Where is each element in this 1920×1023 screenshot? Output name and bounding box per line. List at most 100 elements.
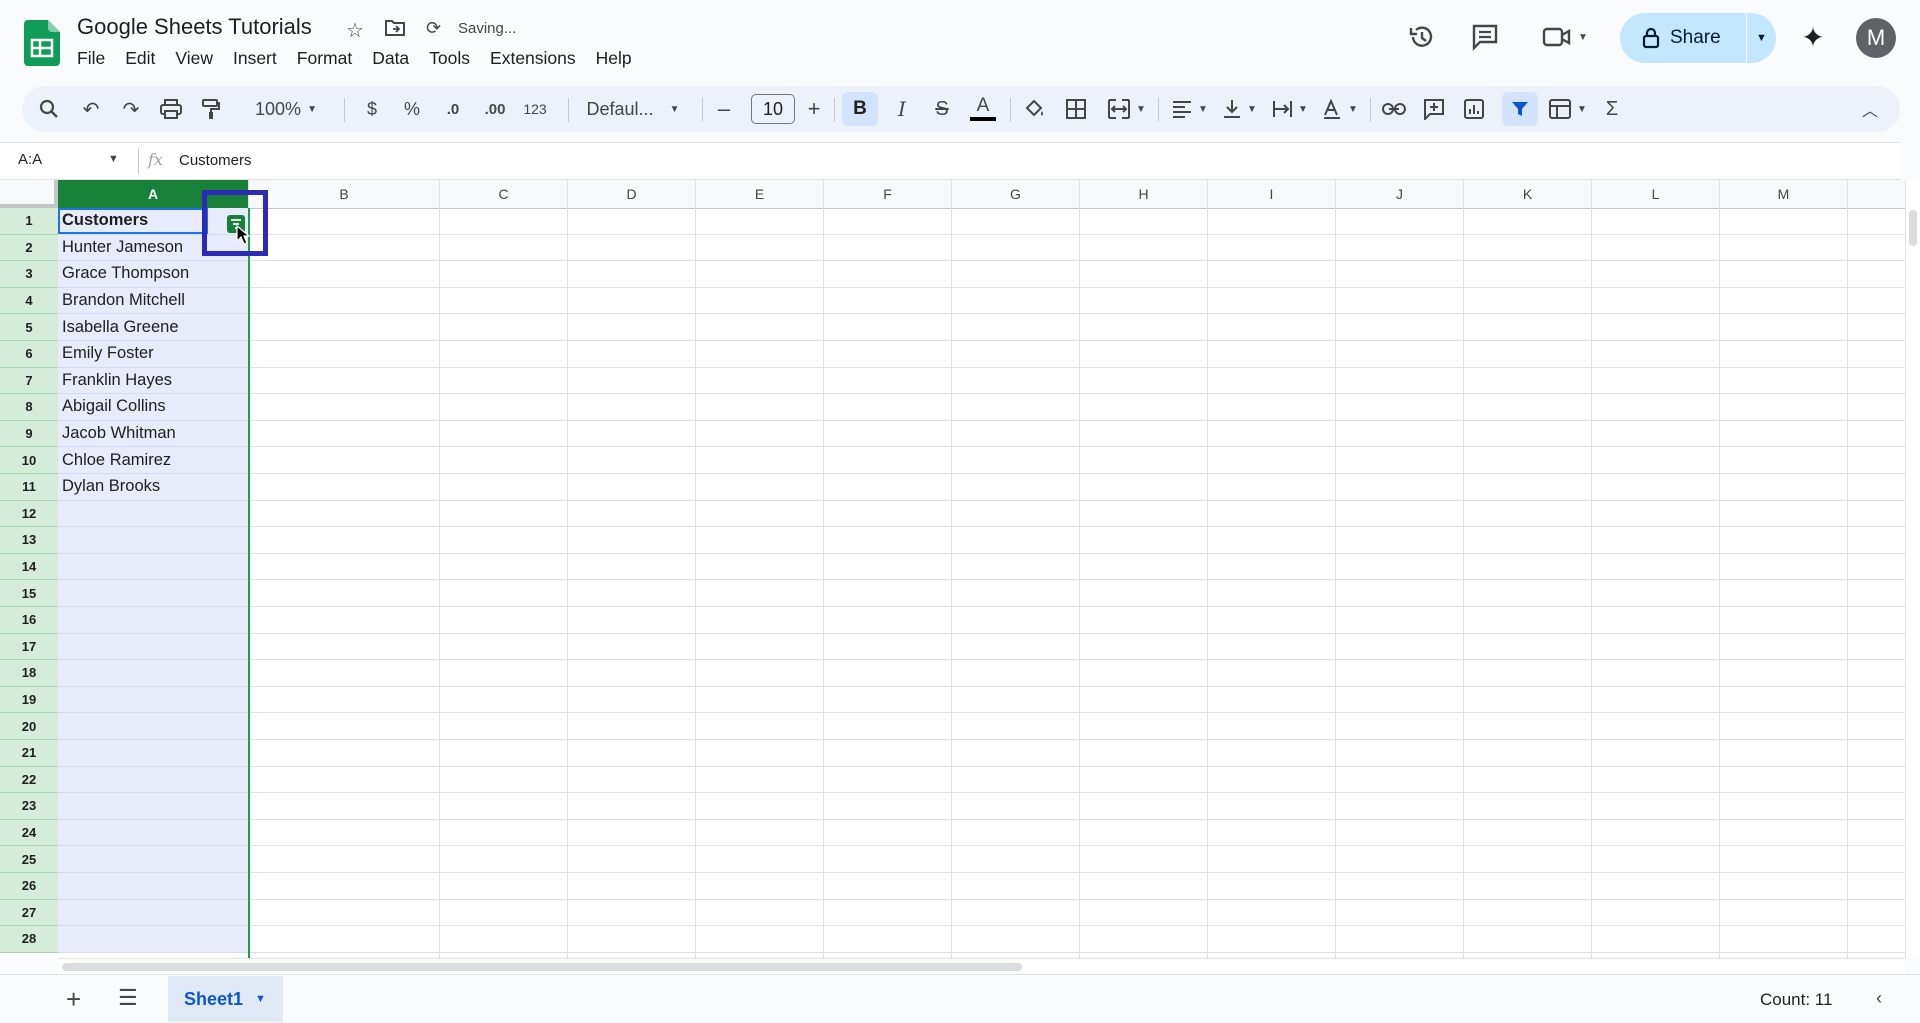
cell-a[interactable]: [58, 527, 249, 554]
cell-a[interactable]: [58, 553, 249, 581]
row-header[interactable]: 14: [0, 553, 58, 581]
row-header[interactable]: 24: [0, 819, 58, 847]
undo-icon[interactable]: ↶: [78, 86, 104, 132]
sheets-logo-icon[interactable]: [24, 20, 60, 66]
cell-a[interactable]: Grace Thompson: [58, 261, 249, 288]
column-header-d[interactable]: D: [568, 180, 696, 208]
menu-extensions[interactable]: Extensions: [480, 46, 586, 70]
zoom-select[interactable]: 100% ▼: [248, 86, 324, 132]
cell-a[interactable]: [58, 793, 249, 820]
row-cells[interactable]: [249, 740, 1905, 767]
horizontal-align-icon[interactable]: ▼: [1168, 86, 1212, 132]
column-header-l[interactable]: L: [1592, 180, 1720, 208]
row-header[interactable]: 25: [0, 846, 58, 873]
menu-data[interactable]: Data: [362, 46, 419, 70]
increase-font-size-button[interactable]: +: [802, 86, 826, 132]
row-header[interactable]: 18: [0, 660, 58, 687]
gemini-sparkle-icon[interactable]: ✦: [1796, 20, 1830, 54]
text-color-button[interactable]: A: [968, 86, 998, 132]
cell-a[interactable]: Dylan Brooks: [58, 474, 249, 501]
row-header[interactable]: 2: [0, 234, 58, 262]
column-header-m[interactable]: M: [1720, 180, 1848, 208]
row-header[interactable]: 9: [0, 420, 58, 448]
row-header[interactable]: 5: [0, 314, 58, 341]
vertical-scroll-thumb[interactable]: [1909, 210, 1917, 246]
cell-a[interactable]: Abigail Collins: [58, 394, 249, 421]
row-cells[interactable]: [249, 634, 1905, 661]
decrease-decimal-button[interactable]: .0: [438, 86, 468, 132]
search-icon[interactable]: [36, 86, 62, 132]
collapse-menus-icon[interactable]: ︿: [1856, 86, 1884, 132]
row-cells[interactable]: [249, 580, 1905, 607]
menu-insert[interactable]: Insert: [223, 46, 287, 70]
percent-format-button[interactable]: %: [400, 86, 424, 132]
redo-icon[interactable]: ↷: [118, 86, 144, 132]
row-header[interactable]: 11: [0, 474, 58, 501]
row-header[interactable]: 23: [0, 793, 58, 820]
menu-format[interactable]: Format: [287, 46, 362, 70]
row-cells[interactable]: [249, 368, 1905, 395]
select-all-corner[interactable]: [0, 180, 58, 208]
row-header[interactable]: 4: [0, 287, 58, 315]
row-header[interactable]: 8: [0, 394, 58, 421]
cell-a[interactable]: [58, 846, 249, 873]
column-header-f[interactable]: F: [824, 180, 952, 208]
decrease-font-size-button[interactable]: –: [712, 86, 736, 132]
all-sheets-menu-icon[interactable]: ☰: [118, 985, 138, 1011]
increase-decimal-button[interactable]: .00: [478, 86, 512, 132]
row-header[interactable]: 16: [0, 607, 58, 634]
star-icon[interactable]: ☆: [346, 18, 364, 43]
cell-a[interactable]: Emily Foster: [58, 341, 249, 368]
column-header-k[interactable]: K: [1464, 180, 1592, 208]
menu-file[interactable]: File: [77, 46, 115, 70]
insert-comment-icon[interactable]: [1420, 86, 1448, 132]
cell-a[interactable]: Jacob Whitman: [58, 420, 249, 448]
row-header[interactable]: 20: [0, 713, 58, 740]
row-header[interactable]: 1: [0, 208, 58, 235]
row-cells[interactable]: [249, 314, 1905, 341]
vertical-scrollbar[interactable]: [1905, 180, 1920, 958]
cell-a[interactable]: Brandon Mitchell: [58, 287, 249, 315]
strikethrough-button[interactable]: S: [928, 86, 956, 132]
filter-views-icon[interactable]: ▼: [1546, 86, 1590, 132]
cell-a[interactable]: [58, 766, 249, 794]
row-cells[interactable]: [249, 687, 1905, 714]
meet-icon[interactable]: ▼: [1537, 20, 1593, 54]
menu-view[interactable]: View: [165, 46, 223, 70]
row-cells[interactable]: [249, 421, 1905, 448]
column-header-e[interactable]: E: [696, 180, 824, 208]
row-cells[interactable]: [249, 820, 1905, 847]
row-cells[interactable]: [249, 208, 1905, 235]
column-header-h[interactable]: H: [1080, 180, 1208, 208]
currency-format-button[interactable]: $: [360, 86, 384, 132]
share-dropdown-button[interactable]: ▼: [1747, 13, 1776, 63]
chevron-down-icon[interactable]: ▼: [255, 993, 266, 1005]
comments-icon[interactable]: [1468, 20, 1502, 54]
cell-a[interactable]: Franklin Hayes: [58, 367, 249, 395]
cell-a[interactable]: [58, 686, 249, 714]
row-header[interactable]: 13: [0, 527, 58, 554]
row-header[interactable]: 22: [0, 766, 58, 794]
row-header[interactable]: 10: [0, 447, 58, 474]
cell-a[interactable]: [58, 873, 249, 900]
version-history-icon[interactable]: [1405, 20, 1439, 54]
fill-color-icon[interactable]: [1020, 86, 1048, 132]
horizontal-scrollbar[interactable]: [58, 958, 1905, 975]
row-cells[interactable]: [249, 474, 1905, 501]
horizontal-scroll-thumb[interactable]: [62, 963, 1022, 971]
cell-a[interactable]: [58, 713, 249, 740]
cell-a[interactable]: [58, 500, 249, 528]
row-header[interactable]: 27: [0, 899, 58, 927]
row-header[interactable]: 3: [0, 261, 58, 288]
row-cells[interactable]: [249, 288, 1905, 315]
row-cells[interactable]: [249, 767, 1905, 794]
text-wrapping-icon[interactable]: ▼: [1268, 86, 1312, 132]
menu-edit[interactable]: Edit: [115, 46, 165, 70]
cell-a[interactable]: [58, 926, 249, 953]
row-header[interactable]: 17: [0, 633, 58, 661]
row-header[interactable]: 21: [0, 740, 58, 767]
cell-a[interactable]: [58, 740, 249, 767]
borders-icon[interactable]: [1062, 86, 1090, 132]
avatar[interactable]: M: [1856, 18, 1896, 58]
row-cells[interactable]: [249, 554, 1905, 581]
